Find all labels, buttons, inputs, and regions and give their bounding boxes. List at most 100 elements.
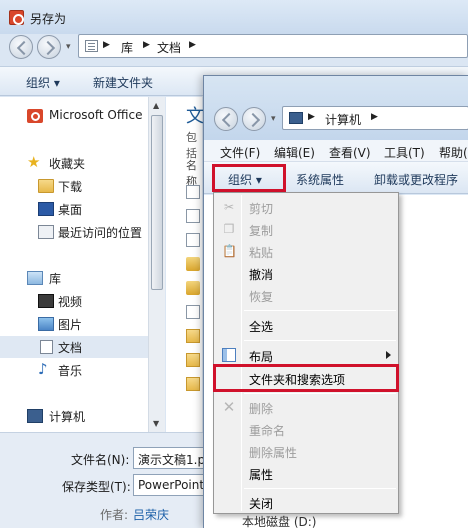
documents-icon [40,340,53,354]
system-properties-button[interactable]: 系统属性 [296,171,344,188]
filetype-label: 保存类型(T): [62,480,131,494]
scroll-up-icon[interactable]: ▲ [153,101,159,110]
nav-item-documents[interactable]: 文档 [0,336,148,358]
shortcut-file-icon[interactable] [186,305,200,319]
menu-view[interactable]: 查看(V) [329,144,371,161]
breadcrumb-separator-icon: ▶ [189,40,196,50]
address-bar[interactable]: ▶ 库 ▶ 文档 ▶ [78,34,468,58]
new-folder-button[interactable]: 新建文件夹 [93,74,153,91]
nav-item-label: 最近访问的位置 [58,226,143,240]
author-label: 作者: [100,508,129,522]
delete-x-icon: ✕ [222,398,236,416]
breadcrumb-library[interactable]: 库 [121,39,133,56]
nav-pane-scrollbar[interactable]: ▲ ▼ [148,97,165,432]
nav-item-label: Microsoft Office [49,108,143,122]
menu-item-close[interactable]: 关闭 [216,491,396,513]
office-icon [27,109,43,123]
recent-pages-dropdown-icon[interactable]: ▾ [66,42,76,52]
breadcrumb-separator-icon: ▶ [371,112,378,122]
menu-item-remove-properties[interactable]: 删除属性 [216,440,396,462]
nav-item-desktop[interactable]: 桌面 [0,198,148,220]
menu-tools[interactable]: 工具(T) [384,144,425,161]
uninstall-program-button[interactable]: 卸载或更改程序 [374,171,458,188]
recent-pages-dropdown-icon[interactable]: ▾ [271,114,281,124]
nav-item-downloads[interactable]: 下载 [0,175,148,197]
organize-menu: ✂ 剪切 ❐ 复制 📋 粘贴 撤消 恢复 全选 布局 文件夹和搜索选项 ✕ 删除… [213,192,399,514]
breadcrumb-documents[interactable]: 文档 [157,39,181,56]
shortcut-file-icon[interactable] [186,209,200,223]
back-button[interactable] [9,35,33,59]
menu-item-label: 全选 [249,320,274,334]
computer-icon [289,112,303,124]
menu-item-label: 删除 [249,402,274,416]
author-value[interactable]: 吕荣庆 [133,506,169,523]
nav-item-microsoft-office[interactable]: Microsoft Office [0,105,148,127]
nav-item-libraries[interactable]: 库 [0,267,148,289]
nav-item-music[interactable]: ♪ 音乐 [0,359,148,381]
star-icon: ★ [27,153,41,171]
navigation-pane: Microsoft Office ★ 收藏夹 下载 桌面 最近访问的位置 库 视… [0,97,150,432]
menu-item-label: 删除属性 [249,446,298,460]
nav-item-label: 视频 [58,295,83,309]
nav-item-label: 下载 [58,180,83,194]
menu-separator [244,340,396,341]
address-bar[interactable]: ▶ 计算机 ▶ [282,106,468,130]
shortcut-file-icon[interactable] [186,185,200,199]
nav-item-label: 计算机 [49,410,86,424]
paste-icon: 📋 [222,244,237,258]
menu-item-copy[interactable]: ❐ 复制 [216,218,396,240]
menu-item-properties[interactable]: 属性 [216,462,396,484]
folder-icon[interactable] [186,353,200,367]
drive-item[interactable]: 本地磁盘 (D:) [242,513,316,528]
scroll-down-icon[interactable]: ▼ [153,419,159,428]
forward-button[interactable] [37,35,61,59]
locked-file-icon[interactable] [186,257,200,271]
menu-item-rename[interactable]: 重命名 [216,418,396,440]
window-title: 另存为 [30,12,67,26]
downloads-folder-icon [38,179,54,193]
desktop-icon [38,202,54,216]
nav-item-recent-places[interactable]: 最近访问的位置 [0,221,148,243]
breadcrumb-computer[interactable]: 计算机 [325,111,361,128]
nav-item-label: 收藏夹 [49,157,86,171]
nav-item-pictures[interactable]: 图片 [0,313,148,335]
organize-button[interactable]: 组织 ▾ [26,74,60,91]
shortcut-file-icon[interactable] [186,233,200,247]
layout-icon [222,348,236,362]
menu-help[interactable]: 帮助(H) [439,144,468,161]
forward-button[interactable] [242,107,266,131]
menu-item-delete[interactable]: ✕ 删除 [216,396,396,418]
nav-item-label: 音乐 [58,364,83,378]
menu-item-undo[interactable]: 撤消 [216,262,396,284]
nav-item-favorites[interactable]: ★ 收藏夹 [0,152,148,174]
nav-item-computer[interactable]: 计算机 [0,405,148,427]
copy-icon: ❐ [223,222,235,236]
filetype-select[interactable]: PowerPoint [133,474,213,496]
menu-file[interactable]: 文件(F) [220,144,260,161]
menu-item-layout[interactable]: 布局 [216,344,396,366]
folder-icon[interactable] [186,329,200,343]
menu-separator [244,393,396,394]
menu-edit[interactable]: 编辑(E) [274,144,315,161]
folder-icon[interactable] [186,377,200,391]
menu-item-paste[interactable]: 📋 粘贴 [216,240,396,262]
menu-item-redo[interactable]: 恢复 [216,284,396,306]
filename-input[interactable]: 演示文稿1.p [133,447,213,469]
submenu-arrow-icon [386,351,391,359]
menu-item-cut[interactable]: ✂ 剪切 [216,196,396,218]
menu-bar: 文件(F) 编辑(E) 查看(V) 工具(T) 帮助(H) [204,140,468,162]
nav-item-videos[interactable]: 视频 [0,290,148,312]
scrollbar-thumb[interactable] [151,115,163,290]
menu-item-select-all[interactable]: 全选 [216,314,396,336]
nav-item-label: 库 [49,272,62,286]
back-button[interactable] [214,107,238,131]
recent-places-icon [38,225,54,239]
locked-file-icon[interactable] [186,281,200,295]
breadcrumb-separator-icon: ▶ [143,40,150,50]
menu-item-label: 复制 [249,224,274,238]
library-icon [27,271,43,285]
computer-icon [27,409,43,423]
organize-label: 组织 [26,76,51,90]
location-icon [85,40,98,52]
menu-item-label: 重命名 [249,424,286,438]
